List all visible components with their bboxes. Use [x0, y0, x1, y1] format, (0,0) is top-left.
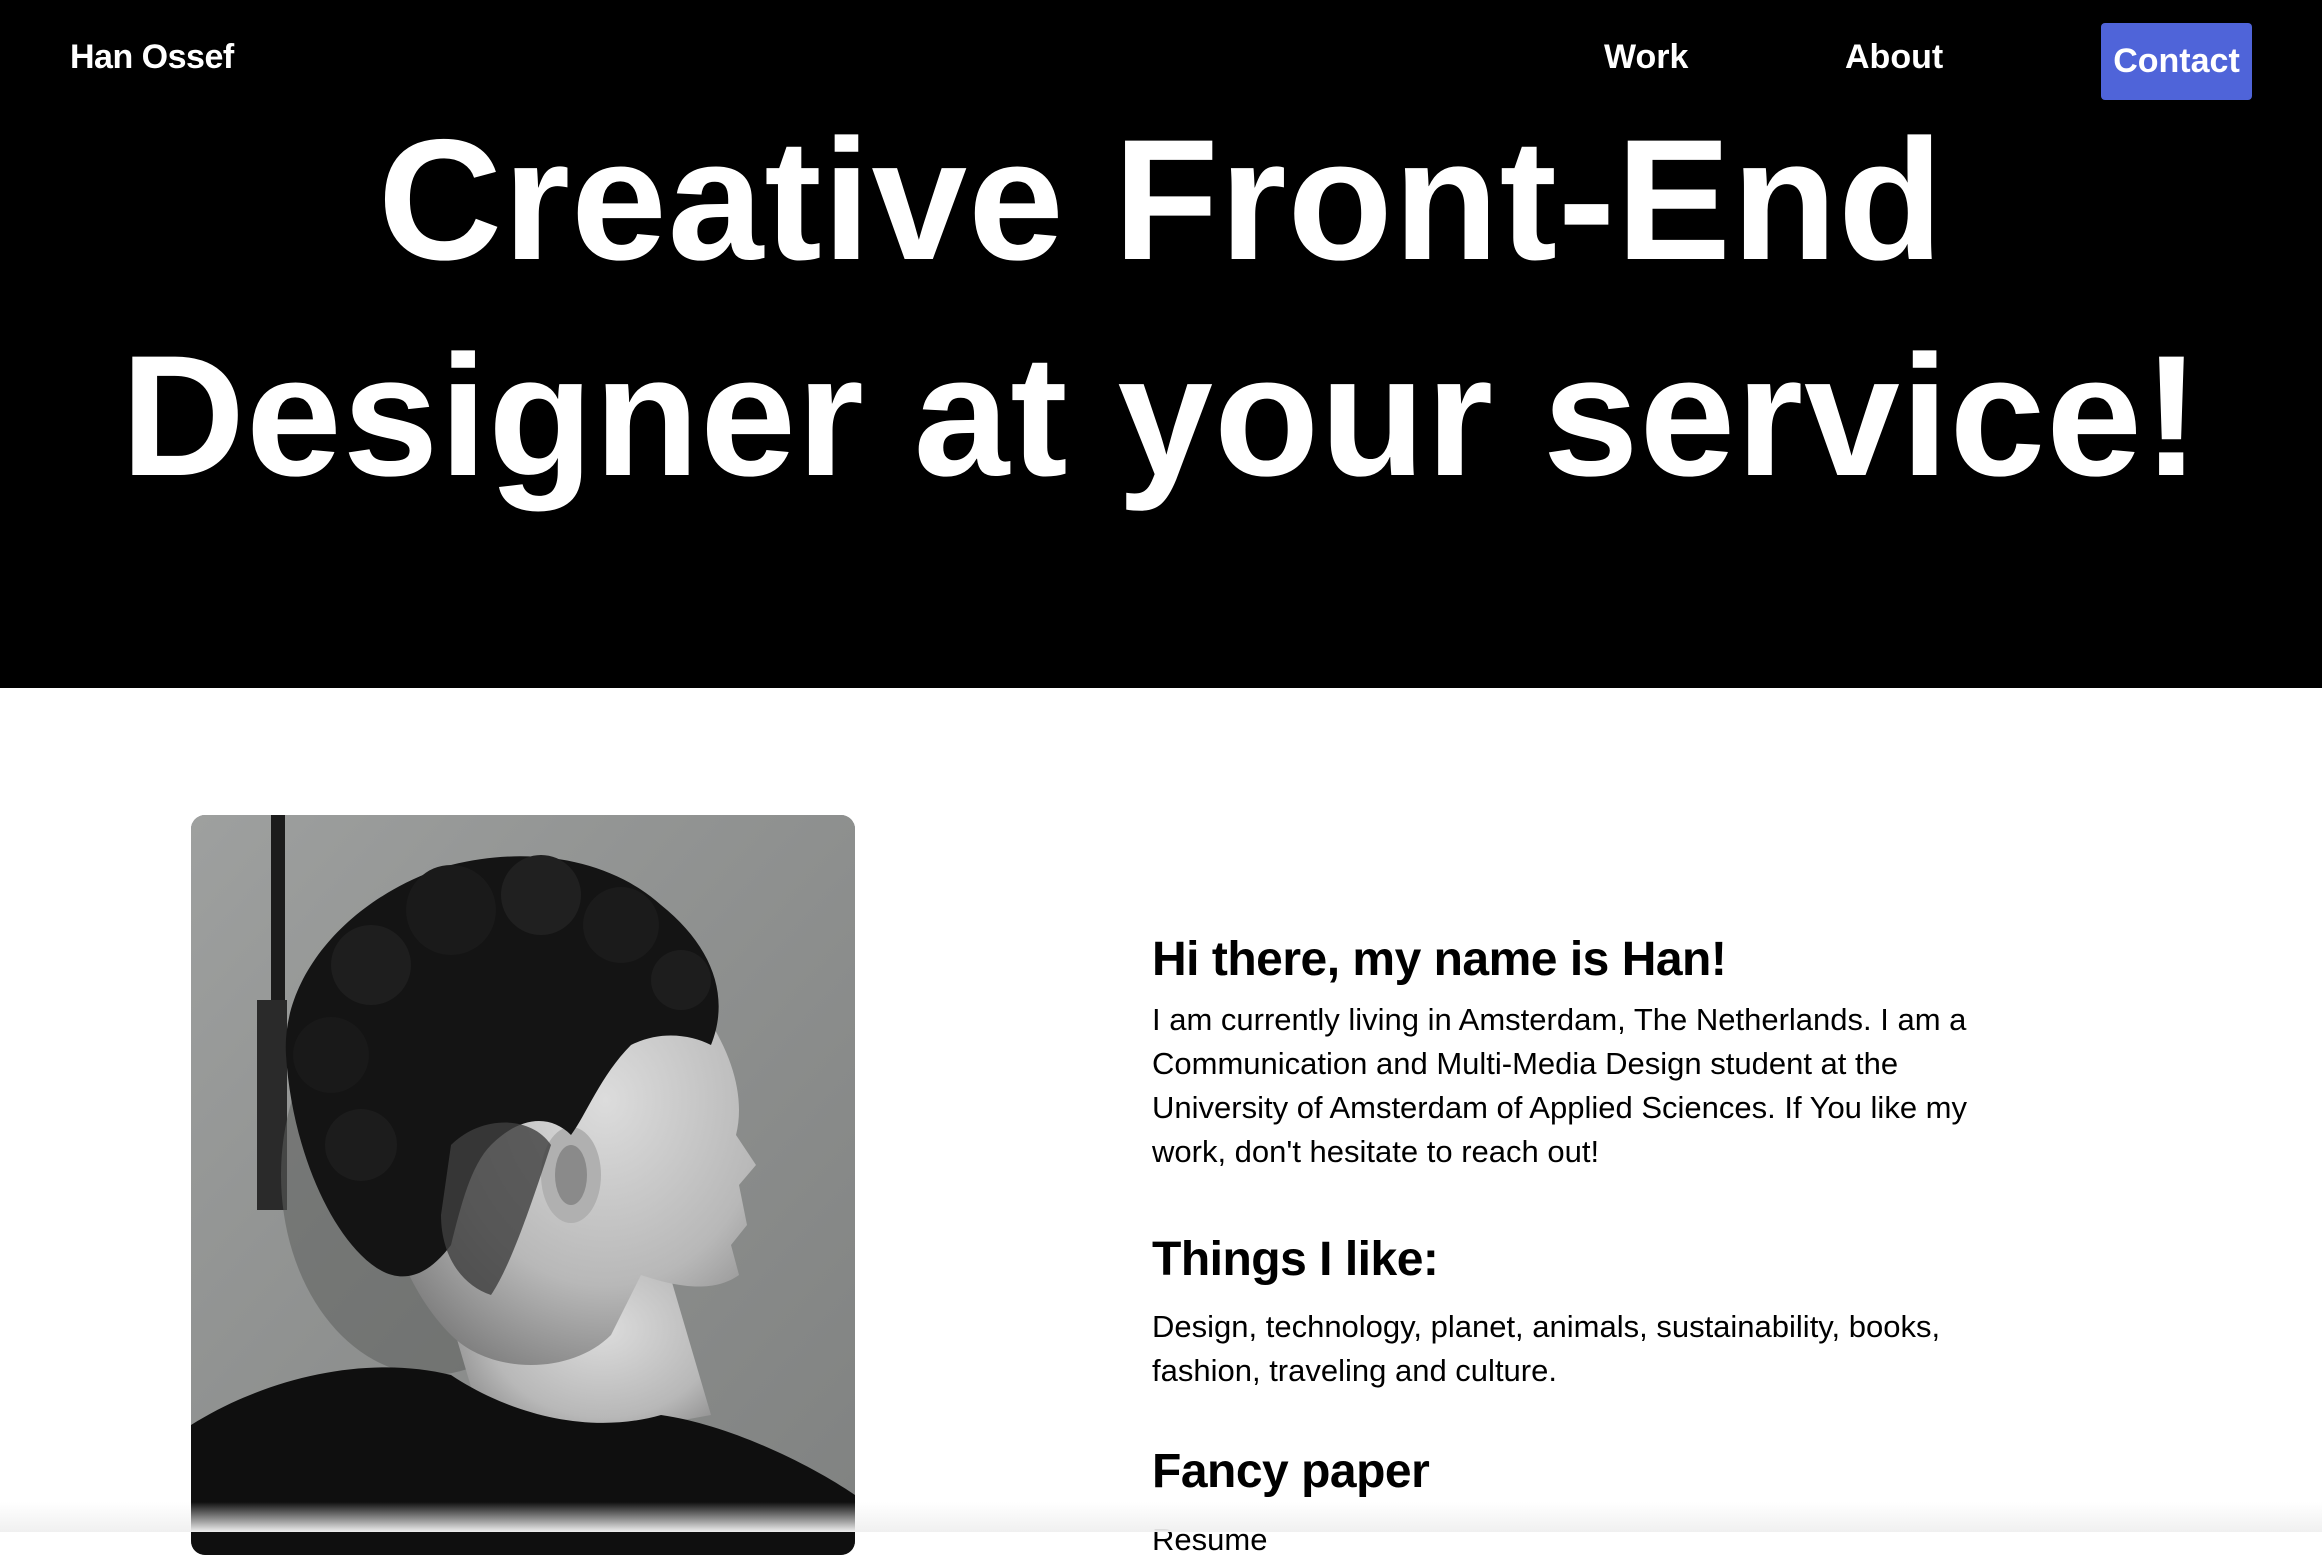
- intro-heading: Hi there, my name is Han!: [1152, 933, 1727, 986]
- bottom-scroll-fade: [0, 1502, 2322, 1532]
- intro-paragraph: I am currently living in Amsterdam, The …: [1152, 1002, 1967, 1169]
- brand-logo-link[interactable]: Han Ossef: [70, 38, 234, 77]
- about-section: Hi there, my name is Han! I am currently…: [1152, 930, 2052, 1557]
- likes-heading: Things I like:: [1152, 1233, 1439, 1286]
- hero-headline-line-1: Creative Front-End: [377, 104, 1945, 296]
- resume-heading: Fancy paper: [1152, 1445, 1430, 1498]
- likes-paragraph: Design, technology, planet, animals, sus…: [1152, 1309, 1941, 1388]
- hero-headline-line-2: Designer at your service!: [120, 320, 2202, 512]
- nav-contact-button[interactable]: Contact: [2101, 23, 2252, 100]
- hero-headline: Creative Front-End Designer at your serv…: [0, 92, 2322, 524]
- nav-link-work[interactable]: Work: [1604, 38, 1688, 77]
- hero-section: Han Ossef Work About Contact Creative Fr…: [0, 0, 2322, 688]
- nav-link-about[interactable]: About: [1845, 38, 1943, 77]
- profile-photo: [191, 815, 855, 1555]
